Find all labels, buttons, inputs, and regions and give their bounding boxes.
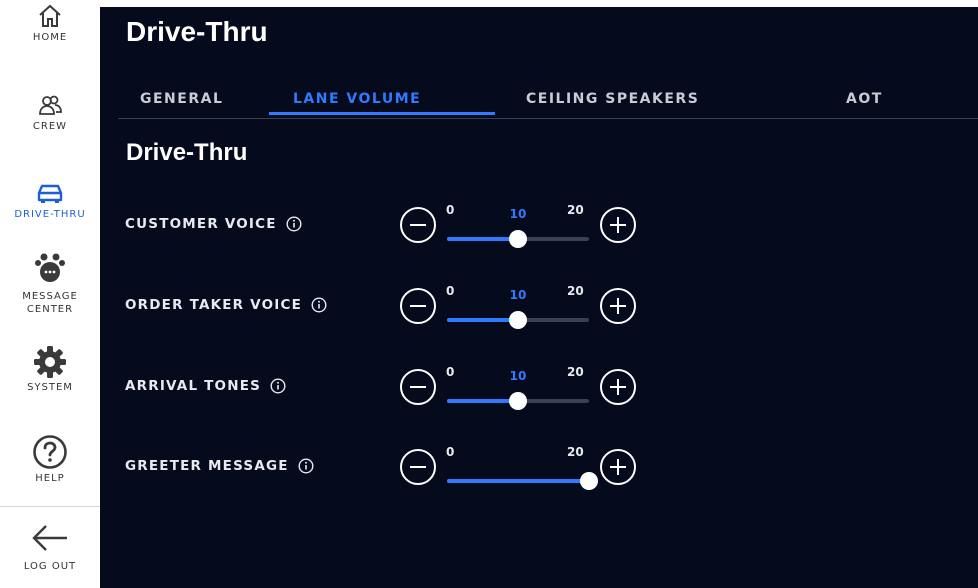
sidebar-item-label: CREW (32, 121, 68, 132)
logout-button[interactable]: LOG OUT (0, 522, 100, 573)
tab-ceiling-speakers[interactable]: CEILING SPEAKERS (526, 91, 699, 107)
page-title: Drive-Thru (126, 16, 268, 47)
decrease-button[interactable] (400, 288, 436, 324)
volume-slider-track[interactable] (447, 392, 589, 410)
tab-aot[interactable]: AOT (846, 91, 883, 107)
scale-max: 20 (567, 284, 584, 298)
volume-row: ARRIVAL TONES 0 10 20 (100, 365, 978, 429)
sidebar-item-label: HOME (32, 32, 68, 43)
volume-label: ORDER TAKER VOICE (125, 288, 327, 322)
volume-slider-fill (447, 399, 518, 403)
scale-max: 20 (567, 203, 584, 217)
sidebar-item-label: HELP (35, 473, 65, 484)
section-title: Drive-Thru (126, 139, 248, 166)
sidebar-item-label: SYSTEM (27, 382, 73, 393)
main-panel: Drive-Thru GENERAL LANE VOLUME CEILING S… (100, 7, 978, 588)
logout-label: LOG OUT (23, 561, 77, 572)
increase-button[interactable] (600, 207, 636, 243)
volume-row: GREETER MESSAGE 0 20 (100, 445, 978, 509)
message-center-icon (35, 253, 65, 282)
sidebar-divider (0, 506, 100, 507)
current-value: 10 (509, 288, 527, 302)
sidebar-item-home[interactable]: HOME (0, 3, 100, 44)
sidebar-item-label: CENTER (26, 304, 74, 315)
volume-slider-track[interactable] (447, 230, 589, 248)
volume-label-text: ARRIVAL TONES (125, 378, 262, 394)
scale-min: 0 (446, 445, 455, 459)
decrease-button[interactable] (400, 369, 436, 405)
sidebar-item-help[interactable]: HELP (0, 434, 100, 485)
volume-label: CUSTOMER VOICE (125, 207, 302, 241)
volume-slider-track[interactable] (447, 311, 589, 329)
sidebar-item-message-center[interactable]: MESSAGE CENTER (0, 252, 100, 316)
scale-min: 0 (446, 203, 455, 217)
car-icon (37, 184, 63, 203)
sidebar-item-drive-thru[interactable]: DRIVE-THRU (0, 180, 100, 221)
tab-bar: GENERAL LANE VOLUME CEILING SPEAKERS AOT (118, 87, 978, 119)
volume-slider-fill (447, 318, 518, 322)
sidebar-item-crew[interactable]: CREW (0, 92, 100, 133)
tabs-divider (118, 118, 978, 119)
current-value: 10 (509, 207, 527, 221)
tab-lane-volume[interactable]: LANE VOLUME (293, 91, 421, 107)
volume-label-text: GREETER MESSAGE (125, 458, 289, 474)
decrease-button[interactable] (400, 449, 436, 485)
active-tab-indicator (269, 112, 495, 115)
scale-max: 20 (567, 365, 584, 379)
gear-icon (34, 346, 66, 378)
volume-slider-fill (447, 237, 518, 241)
decrease-button[interactable] (400, 207, 436, 243)
home-icon (39, 4, 61, 27)
tab-general[interactable]: GENERAL (140, 91, 223, 107)
increase-button[interactable] (600, 369, 636, 405)
volume-slider-track[interactable] (447, 472, 598, 490)
sidebar-item-label: MESSAGE (22, 291, 78, 302)
volume-label: ARRIVAL TONES (125, 369, 286, 403)
info-icon[interactable] (270, 378, 286, 394)
scale-min: 0 (446, 365, 455, 379)
sidebar: HOME CREW DRIVE-THRU MESSAGE CENTER SYST… (0, 0, 100, 588)
crew-icon (39, 95, 62, 115)
info-icon[interactable] (311, 297, 327, 313)
increase-button[interactable] (600, 449, 636, 485)
sidebar-item-label: DRIVE-THRU (14, 209, 86, 220)
volume-row: ORDER TAKER VOICE 0 10 20 (100, 284, 978, 348)
scale-max: 20 (567, 445, 584, 459)
help-icon (33, 435, 67, 469)
info-icon[interactable] (286, 216, 302, 232)
volume-label-text: ORDER TAKER VOICE (125, 297, 303, 313)
scale-min: 0 (446, 284, 455, 298)
volume-slider-thumb[interactable] (509, 230, 527, 248)
info-icon[interactable] (298, 458, 314, 474)
current-value: 10 (509, 369, 527, 383)
volume-label-text: CUSTOMER VOICE (125, 216, 277, 232)
volume-label: GREETER MESSAGE (125, 449, 314, 483)
sidebar-item-system[interactable]: SYSTEM (0, 345, 100, 394)
increase-button[interactable] (600, 288, 636, 324)
volume-slider-fill (447, 479, 589, 483)
volume-slider-thumb[interactable] (509, 392, 527, 410)
volume-slider-thumb[interactable] (580, 472, 598, 490)
arrow-left-icon (32, 525, 67, 551)
volume-slider-thumb[interactable] (509, 311, 527, 329)
volume-row: CUSTOMER VOICE 0 10 20 (100, 203, 978, 267)
